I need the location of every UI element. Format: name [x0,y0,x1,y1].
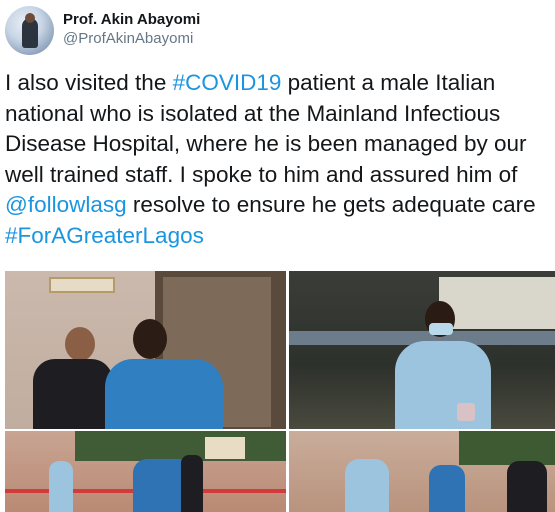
tweet-header: Prof. Akin Abayomi @ProfAkinAbayomi [5,4,200,56]
media-grid [5,271,555,512]
photo-staff-b [429,465,465,512]
photo-face-mask [429,323,453,335]
author-names: Prof. Akin Abayomi @ProfAkinAbayomi [63,11,200,49]
photo-trees-right [459,431,555,465]
photo-staff-gown [395,341,491,429]
photo-window [205,437,245,459]
photo-building [439,277,555,329]
tweet-text: I also visited the #COVID19 patient a ma… [5,68,550,251]
photo-staff-outside[interactable] [289,431,555,512]
photo-person-right [181,455,203,512]
photo-trees [75,431,286,461]
photo-wall-sign [49,277,115,293]
photo-man2-head [133,319,167,359]
avatar-head [25,12,35,23]
profile-avatar[interactable] [5,5,54,55]
photo-man1-suit [33,359,113,429]
photo-container [457,403,475,421]
photo-official [507,461,547,512]
photo-person-left [49,461,73,512]
tweet-text-part: resolve to ensure he gets adequate care [126,192,536,217]
hashtag-foragreaterlagos-link[interactable]: #ForAGreaterLagos [5,223,204,248]
photo-masked-staff[interactable] [289,271,555,429]
photo-doorway-visit[interactable] [5,271,286,429]
photo-outdoor-group[interactable] [5,431,286,512]
photo-staff-a [345,459,389,512]
author-display-name[interactable]: Prof. Akin Abayomi [63,11,200,30]
photo-man1-head [65,327,95,361]
author-handle[interactable]: @ProfAkinAbayomi [63,30,200,49]
photo-man2-scrubs [105,359,223,429]
hashtag-covid19-link[interactable]: #COVID19 [173,70,282,95]
mention-followlasg-link[interactable]: @followlasg [5,192,127,217]
tweet-text-part: I also visited the [5,70,173,95]
